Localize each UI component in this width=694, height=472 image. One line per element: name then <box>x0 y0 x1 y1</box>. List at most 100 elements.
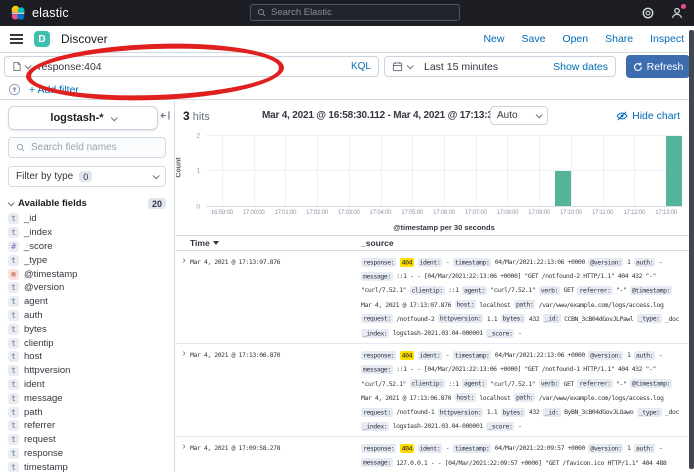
field-item-ident[interactable]: tident <box>8 378 166 392</box>
global-search-input[interactable]: Search Elastic <box>250 4 460 21</box>
vertical-scrollbar[interactable] <box>689 30 694 469</box>
field-item-_type[interactable]: t_type <box>8 253 166 267</box>
field-item-agent[interactable]: tagent <box>8 295 166 309</box>
source-field-name: bytes: <box>501 314 526 323</box>
source-field-name: verb: <box>539 286 560 295</box>
y-axis-label: Count <box>176 157 183 177</box>
source-field-name: _index: <box>361 329 389 338</box>
time-range-value[interactable]: Last 15 minutes <box>424 61 498 73</box>
field-item-@timestamp[interactable]: ▦@timestamp <box>8 267 166 281</box>
filter-bar: + Add filter <box>0 80 694 100</box>
interval-select[interactable]: Auto <box>490 106 548 125</box>
hide-chart-button[interactable]: Hide chart <box>616 110 680 122</box>
field-item-bytes[interactable]: tbytes <box>8 322 166 336</box>
string-field-icon: t <box>8 379 19 390</box>
query-language-button[interactable]: KQL <box>351 61 371 72</box>
field-item-timestamp[interactable]: ttimestamp <box>8 460 166 472</box>
filter-by-type-label: Filter by type <box>16 171 73 182</box>
available-fields-header[interactable]: Available fields 20 <box>8 198 166 209</box>
field-name: referrer <box>24 420 55 431</box>
string-field-icon: t <box>8 338 19 349</box>
share-button[interactable]: Share <box>605 33 633 45</box>
index-pattern-select[interactable]: logstash-* <box>8 106 158 130</box>
field-item-message[interactable]: tmessage <box>8 391 166 405</box>
field-name: request <box>24 434 56 445</box>
expand-doc-icon[interactable]: › <box>178 348 190 433</box>
calendar-icon[interactable] <box>392 61 403 72</box>
field-item-httpversion[interactable]: thttpversion <box>8 364 166 378</box>
filter-icon[interactable] <box>8 83 21 96</box>
field-item-request[interactable]: trequest <box>8 433 166 447</box>
interval-value: Auto <box>497 110 518 121</box>
search-field-names-input[interactable]: Search field names <box>8 137 166 158</box>
x-tick-label: 17:09:00 <box>528 210 550 216</box>
inspect-button[interactable]: Inspect <box>650 33 684 45</box>
field-item-_index[interactable]: t _index <box>8 226 166 240</box>
field-item-auth[interactable]: tauth <box>8 309 166 323</box>
collapse-sidebar-icon[interactable] <box>160 110 171 121</box>
source-value: - <box>518 422 521 430</box>
string-field-icon: t <box>8 393 19 404</box>
string-field-icon: t <box>8 255 19 266</box>
gridline <box>412 136 413 206</box>
x-tick-label: 17:00:00 <box>243 210 265 216</box>
field-list: t_idt_index#_scoret_type▦@timestampt@ver… <box>8 212 166 472</box>
y-axis: 012 <box>190 136 202 207</box>
index-pattern-name: logstash-* <box>50 112 103 124</box>
field-item-referrer[interactable]: t referrer <box>8 419 166 433</box>
source-value: - <box>659 258 662 266</box>
source-value: 04/Mar/2021:22:09:57 +0000 <box>495 444 585 452</box>
string-field-icon: t <box>8 213 19 224</box>
source-value: 127.0.0.1 - - [04/Mar/2021:22:09:57 +000… <box>361 459 669 472</box>
field-item-_id[interactable]: t_id <box>8 212 166 226</box>
global-search-placeholder: Search Elastic <box>271 7 332 18</box>
y-tick-label: 2 <box>196 133 200 140</box>
field-item-host[interactable]: thost <box>8 350 166 364</box>
field-name: _index <box>24 227 52 238</box>
field-item-path[interactable]: tpath <box>8 405 166 419</box>
chart-bar[interactable] <box>666 136 682 206</box>
new-button[interactable]: New <box>483 33 504 45</box>
doc-source: response: 404 ident: - timestamp: 04/Mar… <box>361 255 680 340</box>
expand-doc-icon[interactable]: › <box>178 255 190 340</box>
filter-by-type-select[interactable]: Filter by type 0 <box>8 166 166 187</box>
field-item-response[interactable]: tresponse <box>8 447 166 461</box>
source-field-name: host: <box>455 393 476 402</box>
y-tick-label: 0 <box>196 204 200 211</box>
refresh-button[interactable]: Refresh <box>626 55 690 78</box>
user-avatar[interactable] <box>670 6 684 20</box>
string-field-icon: t <box>8 227 19 238</box>
expand-doc-icon[interactable]: › <box>178 441 190 472</box>
menu-hamburger-icon[interactable] <box>10 34 23 44</box>
string-field-icon: t <box>8 420 19 431</box>
chevron-down-icon[interactable] <box>25 62 32 69</box>
gridline <box>206 170 682 171</box>
time-range-picker[interactable]: Last 15 minutes Show dates <box>384 56 616 77</box>
field-item-_score[interactable]: #_score <box>8 240 166 254</box>
show-dates-button[interactable]: Show dates <box>553 61 608 73</box>
open-button[interactable]: Open <box>562 33 588 45</box>
field-item-@version[interactable]: t@version <box>8 281 166 295</box>
chart-bar[interactable] <box>555 171 571 206</box>
chevron-down-icon[interactable] <box>407 62 414 69</box>
app-header-bar: D Discover New Save Open Share Inspect <box>0 26 694 53</box>
help-icon[interactable] <box>641 6 655 20</box>
x-tick-label: 17:13:00 <box>655 210 677 216</box>
field-name: timestamp <box>24 462 68 472</box>
add-filter-button[interactable]: + Add filter <box>29 84 79 96</box>
query-input[interactable]: response:404 KQL <box>4 56 379 77</box>
field-item-clientip[interactable]: tclientip <box>8 336 166 350</box>
doc-source: response: 404 ident: - timestamp: 04/Mar… <box>361 348 680 433</box>
highlighted-value: 404 <box>400 444 414 453</box>
source-value: - <box>659 444 662 452</box>
time-column-header[interactable]: Time <box>190 238 361 248</box>
elastic-logo-icon[interactable] <box>10 5 26 21</box>
x-tick-label: 17:11:00 <box>592 210 613 216</box>
saved-query-icon[interactable] <box>12 61 22 72</box>
field-name: ident <box>24 379 45 390</box>
chart-date-range: Mar 4, 2021 @ 16:58:30.112 - Mar 4, 2021… <box>262 110 516 121</box>
source-field-name: @version: <box>588 351 623 360</box>
source-field-name: ident: <box>418 351 443 360</box>
save-button[interactable]: Save <box>521 33 545 45</box>
field-name: response <box>24 448 63 459</box>
